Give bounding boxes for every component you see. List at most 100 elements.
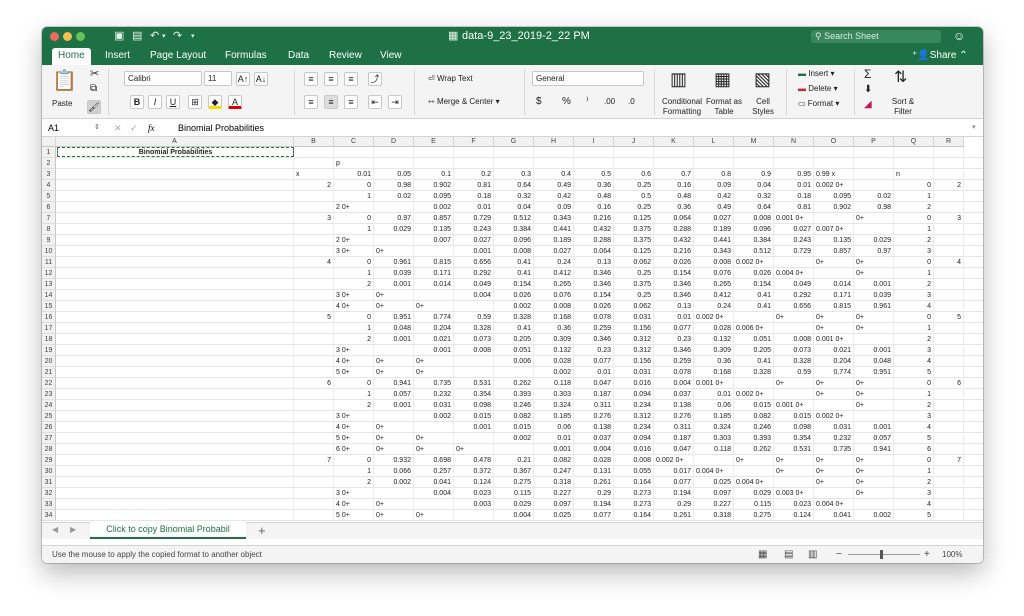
cell-f23[interactable]: 0.354: [454, 389, 494, 400]
cell-r2[interactable]: [934, 158, 964, 169]
cell-c3[interactable]: 0.01: [334, 169, 374, 180]
cell-g32[interactable]: 0.115: [494, 488, 534, 499]
name-box-stepper-icon[interactable]: ⇕: [94, 119, 100, 137]
cell-b6[interactable]: [294, 202, 334, 213]
column-header-e[interactable]: E: [414, 137, 454, 147]
cell-f31[interactable]: 0.124: [454, 477, 494, 488]
row-header[interactable]: 19: [42, 345, 56, 356]
cell-l32[interactable]: 0.097: [694, 488, 734, 499]
cell-h8[interactable]: 0.441: [534, 224, 574, 235]
cell-q5[interactable]: 1: [894, 191, 934, 202]
sheet-tab-active[interactable]: Click to copy Binomial Probabil: [90, 522, 246, 539]
cell-g9[interactable]: 0.096: [494, 235, 534, 246]
cell-i20[interactable]: 0.077: [574, 356, 614, 367]
select-all-corner[interactable]: [42, 137, 56, 147]
cell-q20[interactable]: 4: [894, 356, 934, 367]
cell-i1[interactable]: [574, 147, 614, 158]
cell-e4[interactable]: 0.902: [414, 180, 454, 191]
column-header-f[interactable]: F: [454, 137, 494, 147]
zoom-slider-thumb[interactable]: [880, 550, 883, 559]
cell-l1[interactable]: [694, 147, 734, 158]
cell-k23[interactable]: 0.037: [654, 389, 694, 400]
column-header-k[interactable]: K: [654, 137, 694, 147]
cell-a27[interactable]: [56, 433, 294, 444]
cell-m21[interactable]: 0.328: [734, 367, 774, 378]
cell-e11[interactable]: 0.815: [414, 257, 454, 268]
cell-e32[interactable]: 0.004: [414, 488, 454, 499]
cell-k1[interactable]: [654, 147, 694, 158]
cell-b12[interactable]: [294, 268, 334, 279]
column-header-n[interactable]: N: [774, 137, 814, 147]
cell-a33[interactable]: [56, 499, 294, 510]
cell-c31[interactable]: 2: [334, 477, 374, 488]
row-header[interactable]: 16: [42, 312, 56, 323]
cell-f2[interactable]: [454, 158, 494, 169]
cell-k27[interactable]: 0.187: [654, 433, 694, 444]
cell-l3[interactable]: 0.8: [694, 169, 734, 180]
cell-f12[interactable]: 0.292: [454, 268, 494, 279]
cell-b21[interactable]: [294, 367, 334, 378]
cell-j17[interactable]: 0.156: [614, 323, 654, 334]
cell-r5[interactable]: [934, 191, 964, 202]
cell-g10[interactable]: 0.008: [494, 246, 534, 257]
clear-icon[interactable]: ◢: [864, 100, 872, 110]
cell-q6[interactable]: 2: [894, 202, 934, 213]
row-header[interactable]: 25: [42, 411, 56, 422]
cell-k25[interactable]: 0.276: [654, 411, 694, 422]
cell-k14[interactable]: 0.346: [654, 290, 694, 301]
cell-e6[interactable]: 0.002: [414, 202, 454, 213]
cell-g13[interactable]: 0.154: [494, 279, 534, 290]
cell-j14[interactable]: 0.25: [614, 290, 654, 301]
cell-g28[interactable]: [494, 444, 534, 455]
cell-g17[interactable]: 0.41: [494, 323, 534, 334]
cell-n22[interactable]: 0+: [774, 378, 814, 389]
cell-e27[interactable]: 0+: [414, 433, 454, 444]
cell-r24[interactable]: [934, 400, 964, 411]
cell-k20[interactable]: 0.259: [654, 356, 694, 367]
cell-k12[interactable]: 0.154: [654, 268, 694, 279]
fill-icon[interactable]: ⬇: [864, 85, 872, 95]
align-bottom-button[interactable]: ≡: [344, 72, 358, 86]
column-header-l[interactable]: L: [694, 137, 734, 147]
cell-e26[interactable]: [414, 422, 454, 433]
cell-a32[interactable]: [56, 488, 294, 499]
cell-b33[interactable]: [294, 499, 334, 510]
cell-p16[interactable]: 0+: [854, 312, 894, 323]
cell-r27[interactable]: [934, 433, 964, 444]
cell-r13[interactable]: [934, 279, 964, 290]
cell-i23[interactable]: 0.187: [574, 389, 614, 400]
cell-i5[interactable]: 0.48: [574, 191, 614, 202]
borders-button[interactable]: ⊞: [188, 95, 202, 109]
cell-m30[interactable]: [734, 466, 774, 477]
cell-m34[interactable]: 0.275: [734, 510, 774, 521]
cell-d1[interactable]: [374, 147, 414, 158]
cell-o15[interactable]: 0.815: [814, 301, 854, 312]
cell-o16[interactable]: 0+: [814, 312, 854, 323]
row-header[interactable]: 23: [42, 389, 56, 400]
row-header[interactable]: 28: [42, 444, 56, 455]
cell-r8[interactable]: [934, 224, 964, 235]
cell-i24[interactable]: 0.311: [574, 400, 614, 411]
row-header[interactable]: 26: [42, 422, 56, 433]
decrease-indent-button[interactable]: ⇤: [368, 95, 382, 109]
cell-q9[interactable]: 2: [894, 235, 934, 246]
cell-k17[interactable]: 0.077: [654, 323, 694, 334]
row-header[interactable]: 17: [42, 323, 56, 334]
orientation-button[interactable]: ⤴: [368, 72, 382, 86]
cell-j7[interactable]: 0.125: [614, 213, 654, 224]
cell-q24[interactable]: 2: [894, 400, 934, 411]
page-break-view-icon[interactable]: ▥: [808, 546, 817, 563]
cell-j5[interactable]: 0.5: [614, 191, 654, 202]
cell-h6[interactable]: 0.09: [534, 202, 574, 213]
cell-j9[interactable]: 0.375: [614, 235, 654, 246]
cell-o5[interactable]: 0.095: [814, 191, 854, 202]
align-right-button[interactable]: ≡: [344, 95, 358, 109]
column-header-j[interactable]: J: [614, 137, 654, 147]
cell-p4[interactable]: [854, 180, 894, 191]
insert-cells-button[interactable]: ▬ Insert ▾: [798, 69, 835, 79]
cell-a26[interactable]: [56, 422, 294, 433]
row-header[interactable]: 6: [42, 202, 56, 213]
row-header[interactable]: 7: [42, 213, 56, 224]
row-header[interactable]: 3: [42, 169, 56, 180]
cell-r19[interactable]: [934, 345, 964, 356]
